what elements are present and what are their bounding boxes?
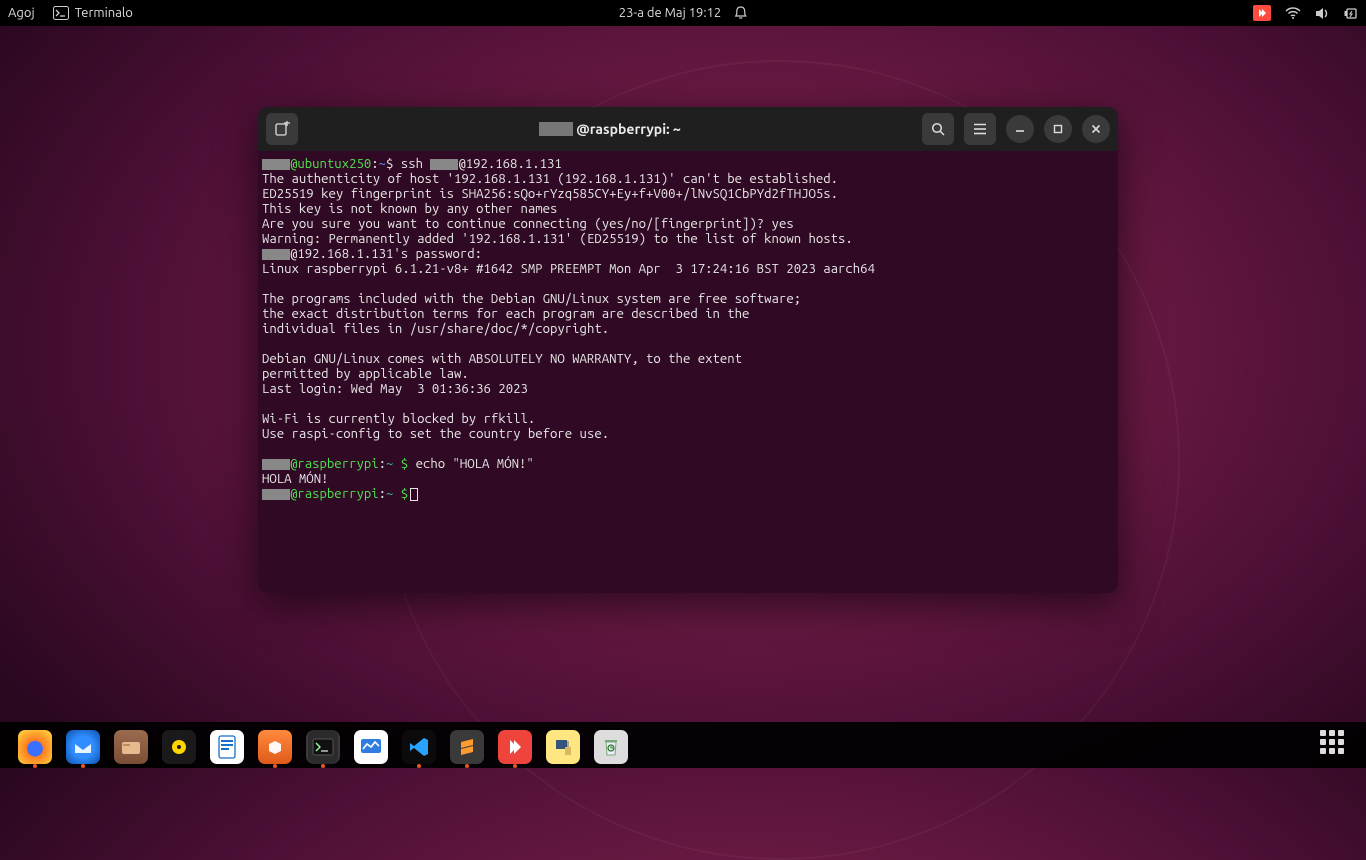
close-button[interactable] xyxy=(1082,115,1110,143)
files-icon xyxy=(114,730,148,764)
firefox-icon xyxy=(18,730,52,764)
redacted-user xyxy=(262,489,290,500)
window-title: @raspberrypi: ~ xyxy=(306,121,914,137)
dock-item-sublime[interactable] xyxy=(450,730,484,764)
dock-item-files[interactable] xyxy=(114,730,148,764)
power-icon[interactable] xyxy=(1344,7,1358,20)
dock-item-putty[interactable] xyxy=(546,730,580,764)
dock-item-writer[interactable] xyxy=(210,730,244,764)
anydesk-icon xyxy=(498,730,532,764)
dock-item-thunderbird[interactable] xyxy=(66,730,100,764)
clock[interactable]: 23-a de Maj 19:12 xyxy=(619,6,722,20)
dock-item-firefox[interactable] xyxy=(18,730,52,764)
search-icon xyxy=(931,122,946,137)
search-button[interactable] xyxy=(922,113,954,145)
redacted-user xyxy=(262,459,290,470)
running-indicator xyxy=(417,764,421,768)
putty-icon xyxy=(546,730,580,764)
wifi-icon[interactable] xyxy=(1285,7,1301,19)
app-menu[interactable]: Terminalo xyxy=(53,6,133,20)
thunderbird-icon xyxy=(66,730,100,764)
dock-item-software[interactable] xyxy=(258,730,292,764)
monitor-icon xyxy=(354,730,388,764)
anydesk-status-icon[interactable] xyxy=(1253,5,1271,21)
redacted-user xyxy=(539,122,573,136)
minimize-button[interactable] xyxy=(1006,115,1034,143)
maximize-button[interactable] xyxy=(1044,115,1072,143)
running-indicator xyxy=(273,764,277,768)
window-titlebar[interactable]: @raspberrypi: ~ xyxy=(258,107,1118,151)
running-indicator xyxy=(321,764,325,768)
terminal-output[interactable]: @ubuntux250:~$ ssh @192.168.1.131 The au… xyxy=(258,151,1118,593)
writer-icon xyxy=(210,730,244,764)
volume-icon[interactable] xyxy=(1315,7,1330,20)
app-menu-label: Terminalo xyxy=(75,6,133,20)
dock xyxy=(18,730,628,764)
running-indicator xyxy=(513,764,517,768)
top-bar: Agoj Terminalo 23-a de Maj 19:12 xyxy=(0,0,1366,26)
sublime-icon xyxy=(450,730,484,764)
trash-icon xyxy=(594,730,628,764)
menu-button[interactable] xyxy=(964,113,996,145)
running-indicator xyxy=(465,764,469,768)
close-icon xyxy=(1090,123,1102,135)
cursor xyxy=(410,488,418,501)
terminal-icon xyxy=(53,6,69,20)
maximize-icon xyxy=(1052,123,1064,135)
activities-button[interactable]: Agoj xyxy=(8,6,35,20)
redacted-user xyxy=(262,249,290,260)
running-indicator xyxy=(33,764,37,768)
rhythmbox-icon xyxy=(162,730,196,764)
redacted-user xyxy=(262,159,290,170)
dock-item-trash[interactable] xyxy=(594,730,628,764)
minimize-icon xyxy=(1014,123,1026,135)
software-icon xyxy=(258,730,292,764)
hamburger-icon xyxy=(973,123,987,135)
vscode-icon xyxy=(402,730,436,764)
dock-item-terminal[interactable] xyxy=(306,730,340,764)
terminal-window: @raspberrypi: ~ @ubuntux250:~$ ssh @192.… xyxy=(258,107,1118,593)
new-tab-button[interactable] xyxy=(266,113,298,145)
terminal-icon xyxy=(308,730,338,764)
dock-item-anydesk[interactable] xyxy=(498,730,532,764)
running-indicator xyxy=(81,764,85,768)
redacted-user xyxy=(430,159,458,170)
dock-item-monitor[interactable] xyxy=(354,730,388,764)
dock-item-vscode[interactable] xyxy=(402,730,436,764)
notification-bell-icon[interactable] xyxy=(733,6,747,20)
dock-item-rhythmbox[interactable] xyxy=(162,730,196,764)
show-applications-button[interactable] xyxy=(1320,730,1348,758)
